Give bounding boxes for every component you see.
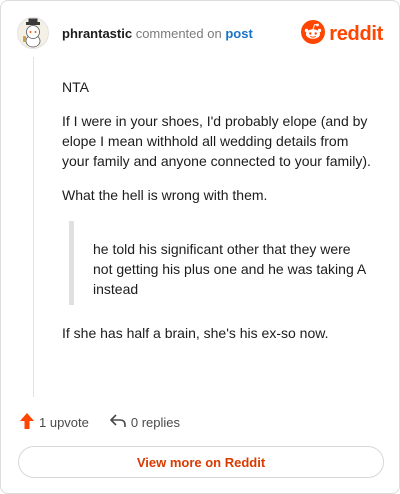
reddit-logo[interactable]: reddit xyxy=(301,19,383,49)
reddit-wordmark: reddit xyxy=(329,22,383,45)
comment-header: phrantastic commented on post reddit xyxy=(17,17,383,51)
reddit-logo-icon xyxy=(301,19,326,49)
comment-body: NTA If I were in your shoes, I'd probabl… xyxy=(62,77,372,357)
quote-text: he told his significant other that they … xyxy=(93,241,366,297)
reply-button[interactable]: 0 replies xyxy=(109,413,180,432)
post-link[interactable]: post xyxy=(225,26,252,41)
reddit-comment-card: phrantastic commented on post reddit NTA… xyxy=(0,0,400,494)
username-link[interactable]: phrantastic xyxy=(62,26,132,41)
comment-meta: phrantastic commented on post xyxy=(62,26,253,42)
upvote-count: 1 upvote xyxy=(39,414,89,430)
comment-action-text: commented on xyxy=(135,26,222,41)
comment-actions: 1 upvote 0 replies xyxy=(19,412,180,432)
upvote-button[interactable]: 1 upvote xyxy=(19,412,89,433)
comment-paragraph: If she has half a brain, she's his ex-so… xyxy=(62,325,329,341)
avatar[interactable] xyxy=(17,17,49,49)
reply-count: 0 replies xyxy=(130,414,181,430)
blockquote: he told his significant other that they … xyxy=(69,221,372,305)
view-more-button[interactable]: View more on Reddit xyxy=(18,446,384,478)
comment-paragraph: NTA xyxy=(62,79,89,95)
comment-paragraph: If I were in your shoes, I'd probably el… xyxy=(62,113,371,169)
reply-icon xyxy=(109,413,127,432)
upvote-icon xyxy=(19,412,35,433)
thread-line xyxy=(33,57,34,397)
comment-paragraph: What the hell is wrong with them. xyxy=(62,187,268,203)
